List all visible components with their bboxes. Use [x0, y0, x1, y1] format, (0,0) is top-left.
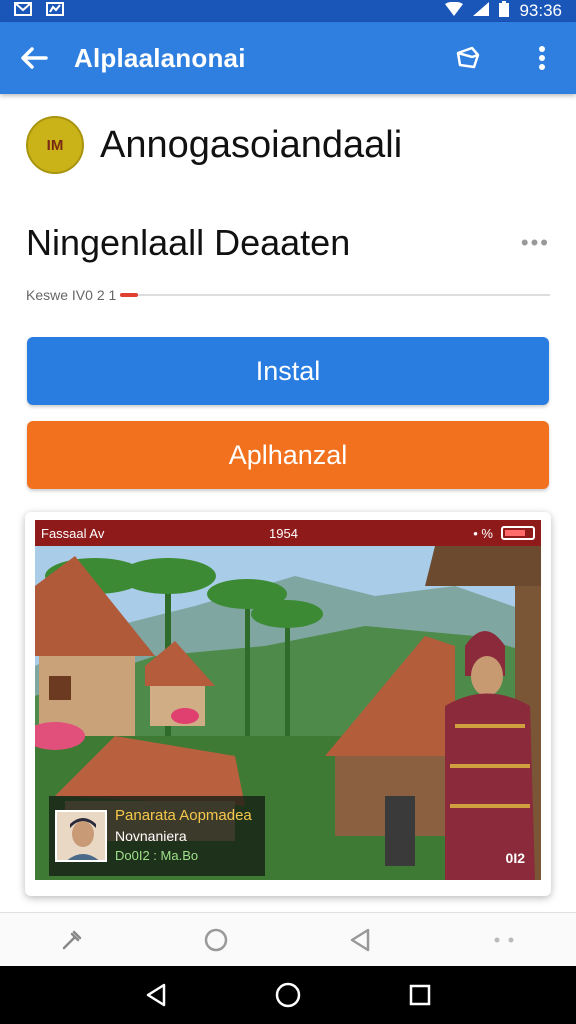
back-arrow-icon[interactable]: [18, 42, 50, 74]
screenshot-corner-badge: 0I2: [505, 850, 525, 866]
home-circle-icon[interactable]: [200, 924, 232, 956]
overlay-meta: Do0I2 : Ma.Bo: [115, 848, 199, 863]
screenshot-status-bar: Fassaal Av 1954 • %: [35, 520, 541, 546]
meta-text: Keswe IV0 2 1: [26, 287, 117, 303]
progress-line: [120, 293, 550, 297]
notification-icon: [46, 1, 64, 21]
screenshot-card[interactable]: Fassaal Av 1954 • % Panarata Aopmadea No…: [25, 512, 551, 896]
status-time: 93:36: [519, 1, 562, 20]
secondary-button[interactable]: Aplhanzal: [27, 421, 549, 489]
share-icon[interactable]: [452, 42, 484, 74]
more-vert-icon[interactable]: [526, 42, 558, 74]
mail-icon: [14, 1, 32, 21]
back-triangle-icon[interactable]: [344, 924, 376, 956]
progress-fill: [120, 293, 139, 297]
nav-home-icon[interactable]: [272, 979, 304, 1011]
more-horiz-icon[interactable]: •••: [521, 230, 550, 256]
battery-icon: [499, 0, 510, 22]
nav-recents-icon[interactable]: [404, 979, 436, 1011]
app-header: IM Annogasoiandaali: [26, 116, 402, 174]
screenshot-battery-icon: [501, 526, 535, 540]
bottom-toolbar: [0, 912, 576, 966]
tools-icon[interactable]: [56, 924, 88, 956]
overlay-title: Panarata Aopmadea: [115, 807, 252, 824]
avatar: [55, 810, 107, 862]
signal-icon: [473, 1, 490, 21]
overlay-subtitle: Novnaniera: [115, 828, 187, 844]
screenshot-status-left: Fassaal Av: [41, 525, 105, 541]
screenshot-overlay-card: Panarata Aopmadea Novnaniera Do0I2 : Ma.…: [49, 796, 265, 876]
system-nav-bar: [0, 966, 576, 1024]
wifi-icon: [445, 1, 464, 21]
nav-back-icon[interactable]: [140, 979, 172, 1011]
status-bar: 93:36: [0, 0, 576, 22]
app-name: Annogasoiandaali: [100, 123, 403, 166]
app-screenshot: Fassaal Av 1954 • % Panarata Aopmadea No…: [35, 520, 541, 880]
app-bar-title: Alplaalanonai: [74, 42, 246, 73]
install-button[interactable]: Instal: [27, 337, 549, 405]
developer-row: Ningenlaall Deaaten •••: [26, 222, 550, 264]
screenshot-status-right: • %: [473, 525, 493, 541]
meta-row: Keswe IV0 2 1: [26, 284, 550, 306]
developer-name[interactable]: Ningenlaall Deaaten: [26, 222, 350, 264]
screenshot-status-time: 1954: [269, 525, 298, 541]
app-bar: Alplaalanonai: [0, 22, 576, 94]
more-dots-icon[interactable]: [488, 924, 520, 956]
app-logo-text: IM: [46, 136, 64, 154]
app-logo: IM: [26, 116, 84, 174]
